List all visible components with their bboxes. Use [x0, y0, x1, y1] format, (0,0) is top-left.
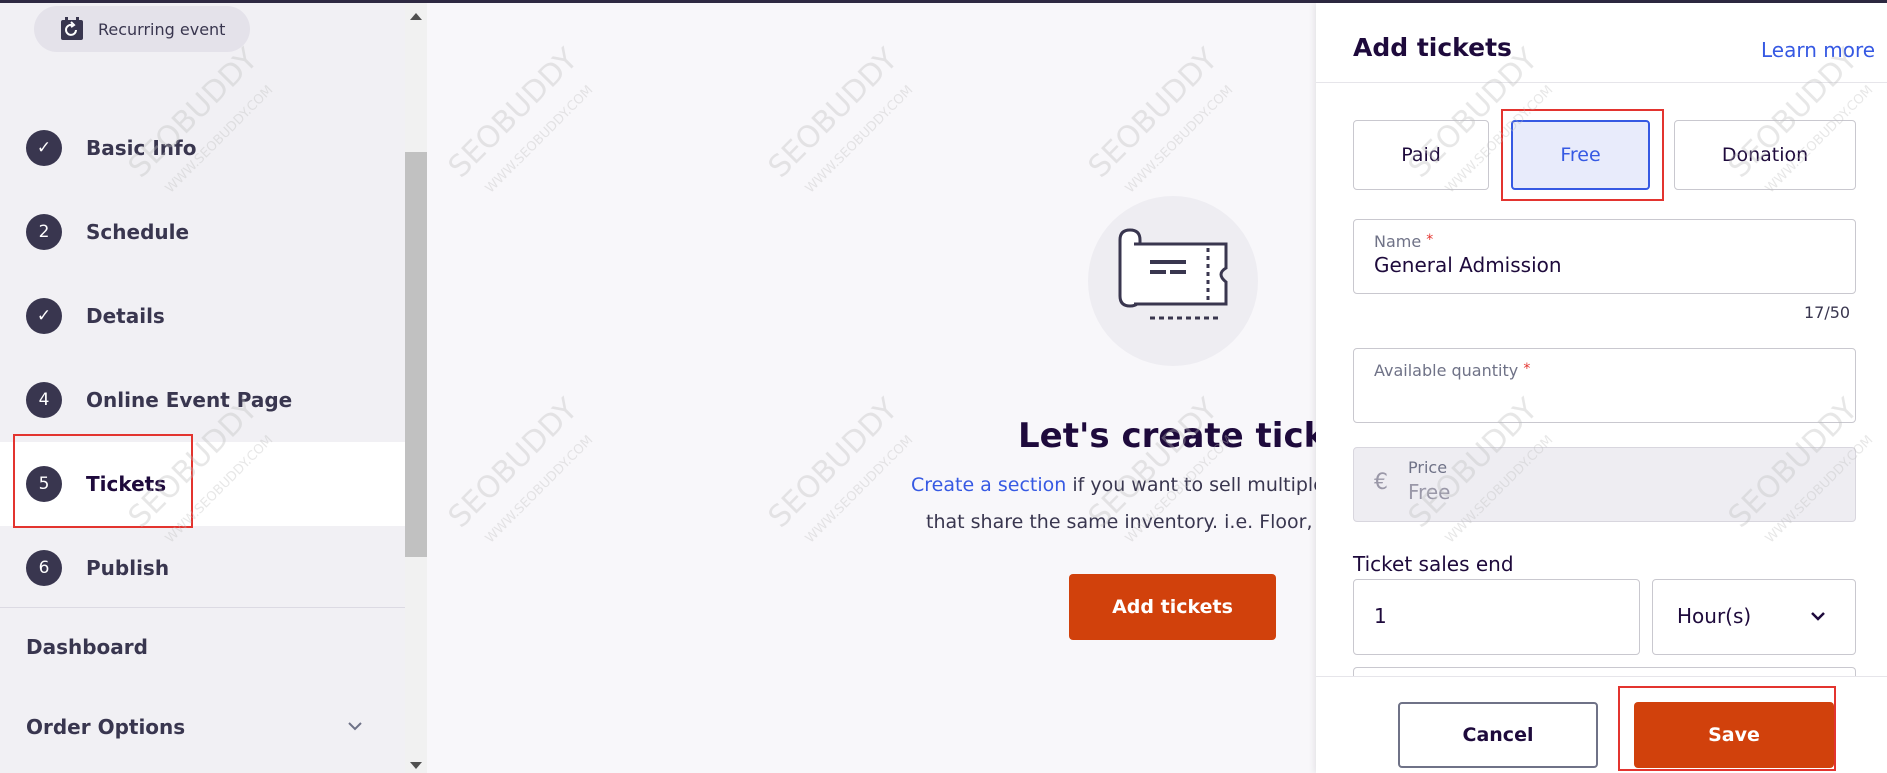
step-number: 5: [26, 466, 62, 502]
step-label: Publish: [86, 556, 170, 580]
watermark-text: SEOBUDDY: [762, 41, 905, 184]
sidebar: Recurring event ✓ Basic Info 2 Schedule …: [0, 3, 405, 773]
step-label: Details: [86, 304, 165, 328]
desc-text: if you want to sell multiple: [1066, 474, 1325, 496]
scroll-down-arrow-icon[interactable]: [410, 762, 422, 769]
quantity-label: Available quantity *: [1374, 361, 1531, 380]
ticket-type-paid[interactable]: Paid: [1353, 120, 1489, 190]
price-value: Free: [1408, 480, 1451, 504]
chevron-down-icon[interactable]: [344, 715, 366, 737]
panel-footer: Cancel Save: [1316, 676, 1887, 773]
watermark-text: SEOBUDDY: [762, 391, 905, 534]
chevron-down-icon: [1811, 612, 1825, 621]
step-label: Tickets: [86, 472, 167, 496]
create-section-link[interactable]: Create a section: [911, 474, 1066, 496]
recurring-event-label: Recurring event: [98, 19, 226, 39]
empty-state-description: Create a section if you want to sell mul…: [911, 474, 1325, 496]
step-number: 4: [26, 382, 62, 418]
step-label: Basic Info: [86, 136, 197, 160]
empty-state-description-line2: that share the same inventory. i.e. Floo…: [926, 511, 1335, 533]
sales-end-unit-select[interactable]: Hour(s): [1652, 579, 1856, 655]
name-value: General Admission: [1374, 253, 1562, 277]
step-label: Schedule: [86, 220, 190, 244]
ticket-type-donation[interactable]: Donation: [1674, 120, 1856, 190]
price-label: Price: [1408, 458, 1448, 477]
check-icon: ✓: [26, 130, 62, 166]
check-icon: ✓: [26, 298, 62, 334]
step-number: 6: [26, 550, 62, 586]
name-char-counter: 17/50: [1804, 303, 1851, 322]
learn-more-link[interactable]: Learn more: [1761, 38, 1875, 62]
step-label: Online Event Page: [86, 388, 293, 412]
ticket-icon: [1118, 228, 1228, 320]
recurring-event-chip[interactable]: Recurring event: [34, 6, 250, 52]
panel-title: Add tickets: [1353, 33, 1512, 62]
watermark-url: WWW.SEOBUDDY.COM: [803, 83, 917, 197]
sales-end-amount-value: 1: [1374, 604, 1387, 628]
scrollbar-thumb[interactable]: [405, 152, 427, 557]
sales-end-unit-value: Hour(s): [1677, 604, 1752, 628]
watermark-url: WWW.SEOBUDDY.COM: [483, 433, 597, 547]
name-field[interactable]: Name * General Admission: [1353, 219, 1856, 294]
sidebar-step-basic-info[interactable]: ✓ Basic Info: [0, 106, 405, 190]
watermark-url: WWW.SEOBUDDY.COM: [1123, 83, 1237, 197]
sidebar-step-tickets[interactable]: 5 Tickets: [0, 442, 405, 526]
scroll-up-arrow-icon[interactable]: [410, 13, 422, 20]
add-tickets-button[interactable]: Add tickets: [1069, 574, 1276, 640]
sidebar-divider: [0, 607, 405, 608]
sales-end-amount-input[interactable]: 1: [1353, 579, 1640, 655]
cancel-button[interactable]: Cancel: [1398, 702, 1598, 768]
sidebar-link-order-options[interactable]: Order Options: [26, 715, 185, 739]
available-quantity-field[interactable]: Available quantity *: [1353, 348, 1856, 423]
watermark-url: WWW.SEOBUDDY.COM: [483, 83, 597, 197]
ticket-type-free[interactable]: Free: [1511, 120, 1650, 190]
sidebar-step-details[interactable]: ✓ Details: [0, 274, 405, 358]
sidebar-step-schedule[interactable]: 2 Schedule: [0, 190, 405, 274]
watermark-text: SEOBUDDY: [442, 391, 585, 534]
watermark-text: SEOBUDDY: [442, 41, 585, 184]
ticket-sales-end-label: Ticket sales end: [1353, 552, 1514, 576]
currency-symbol: €: [1374, 470, 1388, 495]
step-number: 2: [26, 214, 62, 250]
watermark-url: WWW.SEOBUDDY.COM: [803, 433, 917, 547]
panel-header: Add tickets Learn more: [1316, 3, 1887, 83]
sidebar-step-online-event-page[interactable]: 4 Online Event Page: [0, 358, 405, 442]
sidebar-link-dashboard[interactable]: Dashboard: [26, 635, 148, 659]
price-field: € Price Free: [1353, 447, 1856, 522]
save-button[interactable]: Save: [1634, 702, 1834, 768]
watermark-text: SEOBUDDY: [1082, 41, 1225, 184]
calendar-repeat-icon: [61, 17, 83, 40]
sidebar-step-publish[interactable]: 6 Publish: [0, 526, 405, 610]
add-tickets-panel: Add tickets Learn more Paid Free Donatio…: [1316, 3, 1887, 773]
name-label: Name *: [1374, 232, 1434, 251]
